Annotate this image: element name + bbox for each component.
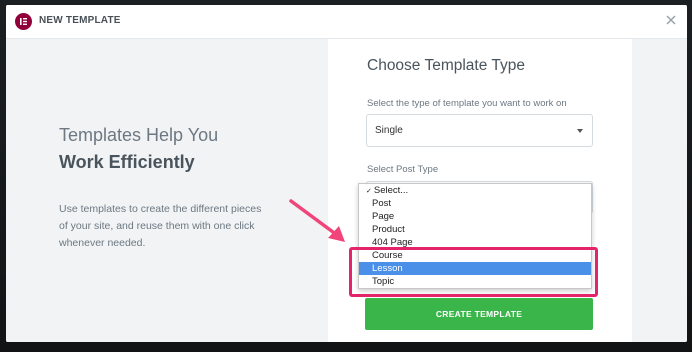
elementor-logo-icon	[15, 13, 32, 30]
template-type-label: Select the type of template you want to …	[367, 98, 567, 109]
intro-description: Use templates to create the different pi…	[59, 203, 262, 249]
form-title: Choose Template Type	[367, 57, 525, 74]
close-icon[interactable]	[664, 13, 678, 27]
intro-title: Templates Help You	[59, 125, 219, 145]
option-product[interactable]: Product	[359, 223, 591, 236]
option-page[interactable]: Page	[359, 210, 591, 223]
post-type-label: Select Post Type	[367, 164, 439, 175]
template-type-value: Single	[375, 125, 403, 136]
highlight-annotation	[349, 247, 598, 297]
create-template-button[interactable]: CREATE TEMPLATE	[365, 298, 593, 330]
pointer-arrow-icon	[289, 199, 345, 242]
option-select[interactable]: Select...	[359, 184, 591, 197]
chevron-down-icon	[577, 129, 583, 133]
intro-title-strong: Work Efficiently	[59, 152, 195, 172]
template-type-select[interactable]: Single	[366, 114, 593, 147]
modal-title: NEW TEMPLATE	[39, 15, 121, 26]
option-post[interactable]: Post	[359, 197, 591, 210]
modal-header: NEW TEMPLATE	[6, 5, 687, 39]
